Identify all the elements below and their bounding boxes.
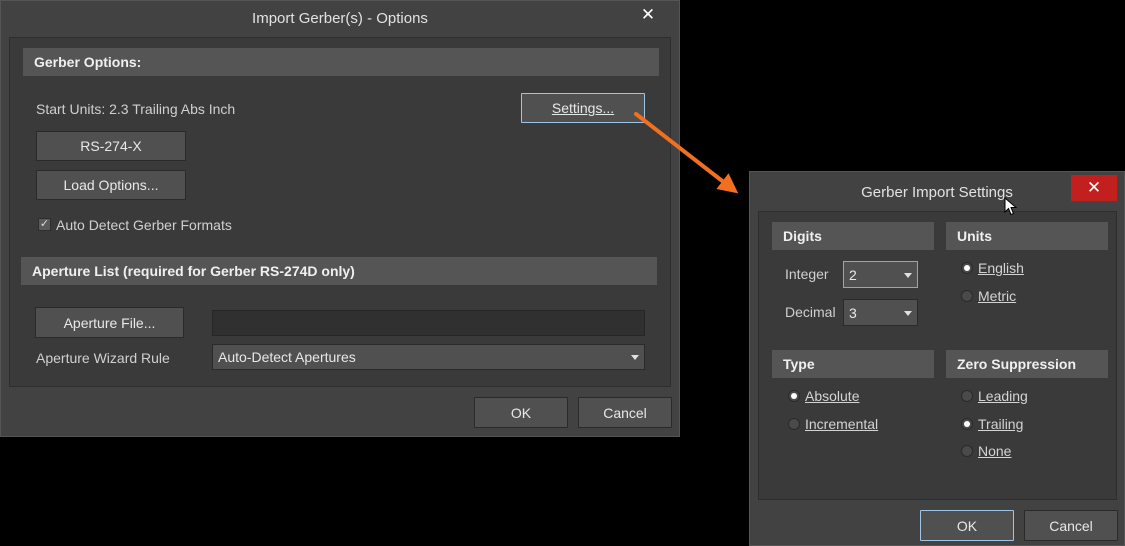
cancel-button[interactable]: Cancel — [578, 397, 672, 428]
close-icon[interactable]: ✕ — [633, 5, 663, 27]
aperture-file-button-label: Aperture File... — [63, 314, 156, 331]
aperture-wizard-rule-label: Aperture Wizard Rule — [36, 350, 170, 366]
chevron-down-icon — [631, 355, 639, 360]
units-metric-label[interactable]: Metric — [978, 288, 1016, 304]
auto-detect-label: Auto Detect Gerber Formats — [56, 217, 232, 233]
auto-detect-checkbox[interactable]: ✓ — [38, 218, 51, 231]
zero-leading-radio[interactable] — [961, 390, 973, 402]
chevron-down-icon — [904, 272, 912, 278]
cancel-button-label: Cancel — [603, 404, 647, 421]
type-absolute-radio[interactable] — [788, 390, 800, 402]
zero-leading-label[interactable]: Leading — [978, 388, 1028, 404]
load-options-button-label: Load Options... — [63, 177, 159, 193]
rs274x-button-label: RS-274-X — [80, 138, 142, 154]
integer-select[interactable]: 2 — [843, 261, 918, 288]
settings-button-label: Settings... — [551, 100, 615, 116]
zero-trailing-radio[interactable] — [961, 418, 973, 430]
units-header: Units — [946, 222, 1108, 250]
type-absolute-label[interactable]: Absolute — [805, 388, 859, 404]
ok-button-label: OK — [510, 404, 532, 421]
options-panel: Gerber Options: Start Units: 2.3 Trailin… — [9, 37, 671, 387]
gerber-import-settings-dialog: Gerber Import Settings ✕ Digits Integer … — [749, 171, 1125, 546]
units-english-label[interactable]: English — [978, 260, 1024, 276]
type-header: Type — [772, 350, 934, 378]
chevron-down-icon — [904, 310, 912, 316]
aperture-wizard-rule-select[interactable]: Auto-Detect Apertures — [212, 344, 645, 370]
load-options-button[interactable]: Load Options... — [36, 170, 186, 200]
aperture-list-header: Aperture List (required for Gerber RS-27… — [21, 257, 657, 285]
decimal-label: Decimal — [785, 304, 836, 320]
decimal-value: 3 — [849, 304, 857, 321]
aperture-wizard-rule-value: Auto-Detect Apertures — [218, 349, 356, 365]
zero-suppression-header: Zero Suppression — [946, 350, 1108, 378]
settings-panel: Digits Integer 2 Decimal 3 Units English… — [758, 211, 1117, 500]
settings-ok-button[interactable]: OK — [920, 510, 1014, 541]
units-english-radio[interactable] — [961, 262, 973, 274]
zero-none-radio[interactable] — [961, 445, 973, 457]
digits-header: Digits — [772, 222, 934, 250]
settings-dialog-title: Gerber Import Settings — [861, 184, 1013, 201]
settings-cancel-button-label: Cancel — [1049, 517, 1093, 534]
ok-button[interactable]: OK — [474, 397, 568, 428]
zero-trailing-label[interactable]: Trailing — [978, 416, 1023, 432]
dialog-title: Import Gerber(s) - Options — [252, 10, 428, 27]
units-metric-radio[interactable] — [961, 290, 973, 302]
gerber-options-header: Gerber Options: — [23, 48, 659, 76]
aperture-file-field[interactable] — [212, 310, 645, 336]
aperture-file-button[interactable]: Aperture File... — [35, 307, 184, 338]
import-gerber-options-dialog: Import Gerber(s) - Options ✕ Gerber Opti… — [0, 0, 680, 437]
integer-label: Integer — [785, 266, 829, 282]
integer-value: 2 — [849, 266, 857, 283]
close-icon[interactable]: ✕ — [1071, 175, 1117, 201]
settings-cancel-button[interactable]: Cancel — [1024, 510, 1118, 541]
type-incremental-radio[interactable] — [788, 418, 800, 430]
zero-none-label[interactable]: None — [978, 443, 1011, 459]
type-incremental-label[interactable]: Incremental — [805, 416, 878, 432]
decimal-select[interactable]: 3 — [843, 299, 918, 326]
settings-button[interactable]: Settings... — [521, 93, 645, 123]
settings-ok-button-label: OK — [956, 517, 978, 534]
rs274x-button[interactable]: RS-274-X — [36, 131, 186, 161]
start-units-label: Start Units: 2.3 Trailing Abs Inch — [36, 101, 236, 117]
